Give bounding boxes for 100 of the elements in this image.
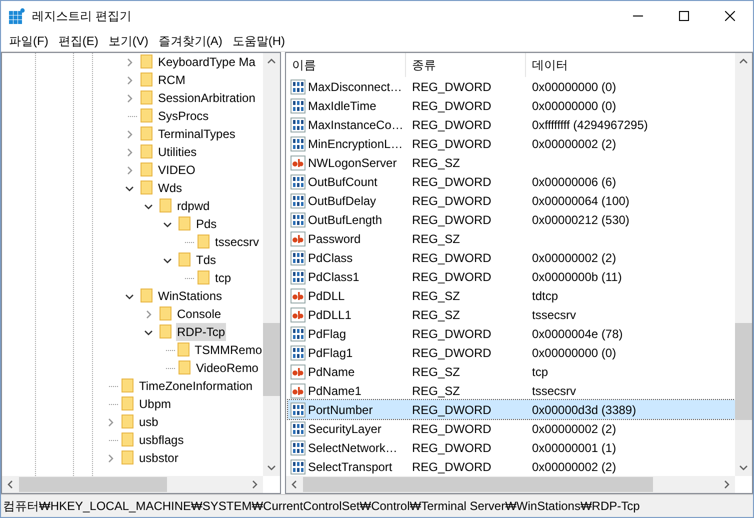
value-data: 0xffffffff (4294967295) [531,116,648,134]
folder-icon [177,360,193,376]
value-row[interactable]: PortNumber REG_DWORD 0x00000d3d (3389) [288,400,735,419]
value-data: 0x00000002 (2) [531,136,616,152]
value-row[interactable]: MaxInstanceCo… REG_DWORD 0xffffffff (4294967295) [288,115,735,134]
horizontal-scrollbar[interactable] [2,476,263,493]
tree-item[interactable]: VIDEO [157,161,196,179]
binary-value-icon [290,440,306,456]
tree-item[interactable]: RCM [157,71,186,89]
value-row[interactable]: PdClass REG_DWORD 0x00000002 (2) [288,248,735,267]
value-type: REG_DWORD [411,174,492,190]
value-data: tcp [531,364,548,380]
tree-item[interactable]: SessionArbitration [157,89,256,107]
value-name: OutBufCount [308,174,378,190]
tree-item[interactable]: Pds [195,215,218,233]
tree-item[interactable]: tcp [214,269,232,287]
value-row[interactable]: PdFlag REG_DWORD 0x0000004e (78) [288,324,735,343]
chevron-down-icon[interactable] [144,202,153,210]
value-name: PdName1 [308,382,362,400]
value-name: SecurityLayer [308,420,382,438]
tree-item[interactable]: RDP-Tcp [176,323,226,341]
menu-item[interactable]: 도움말(H) [227,32,290,50]
string-value-icon [290,306,306,322]
value-type: REG_DWORD [411,326,492,342]
tree-item[interactable]: usbstor [138,449,180,467]
value-data: 0x0000000b (11) [531,268,622,286]
value-row[interactable]: PdDLL REG_SZ tdtcp [288,286,735,305]
menu-item[interactable]: 파일(F) [4,32,54,50]
binary-value-icon [290,250,306,266]
value-row[interactable]: SecurityLayer REG_DWORD 0x00000002 (2) [288,419,735,438]
tree-item[interactable]: TimeZoneInformation [138,377,254,395]
chevron-down-icon[interactable] [163,256,172,264]
scroll-thumb[interactable] [19,477,167,492]
chevron-right-icon[interactable] [106,418,115,426]
column-header[interactable]: 종류 [406,53,526,77]
value-type: REG_DWORD [411,136,492,152]
tree-item[interactable]: Tds [195,251,218,269]
string-value-icon [290,230,306,246]
tree-item[interactable]: tssecsrv [214,233,260,251]
column-header[interactable]: 이름 [286,53,406,77]
tree-item[interactable]: Utilities [157,143,198,161]
vertical-scrollbar[interactable] [735,53,752,476]
value-data: 0x00000006 (6) [531,174,616,190]
menu-item[interactable]: 보기(V) [103,32,154,50]
horizontal-scrollbar[interactable] [286,476,735,493]
value-type: REG_DWORD [411,458,492,476]
tree-item[interactable]: usbflags [138,431,185,449]
value-row[interactable]: SelectNetwork… REG_DWORD 0x00000001 (1) [288,438,735,457]
value-name: SelectNetwork… [308,440,398,456]
tree-item[interactable]: Ubpm [138,395,172,413]
value-row[interactable]: OutBufDelay REG_DWORD 0x00000064 (100) [288,191,735,210]
chevron-down-icon[interactable] [125,184,134,192]
menu-item[interactable]: 편집(E) [53,32,104,50]
chevron-down-icon[interactable] [163,220,172,228]
value-row[interactable]: PdName REG_SZ tcp [288,362,735,381]
scroll-thumb[interactable] [735,323,752,420]
binary-value-icon [290,268,306,284]
chevron-right-icon[interactable] [106,454,115,462]
tree-item[interactable]: SysProcs [157,107,210,125]
value-row[interactable]: NWLogonServer REG_SZ [288,153,735,172]
value-row[interactable]: PdFlag1 REG_DWORD 0x00000000 (0) [288,343,735,362]
column-header[interactable]: 데이터 [526,53,735,77]
binary-value-icon [290,420,306,436]
chevron-right-icon[interactable] [144,310,153,318]
tree-item[interactable]: VideoRemo [195,359,260,377]
tree-item[interactable]: Wds [157,179,183,197]
chevron-down-icon[interactable] [125,292,134,300]
folder-icon [177,252,193,268]
tree-item[interactable]: TSMMRemo [194,341,263,359]
value-row[interactable]: Password REG_SZ [288,229,735,248]
value-data: 0x00000002 (2) [531,458,616,476]
folder-icon [139,180,155,196]
value-row[interactable]: SelectTransport REG_DWORD 0x00000002 (2) [288,457,735,476]
tree-item[interactable]: WinStations [157,287,224,305]
status-path: 컴퓨터₩HKEY_LOCAL_MACHINE₩SYSTEM₩CurrentControlSet₩Control₩Terminal Server₩WinStations₩RDP-Tcp [2,498,640,515]
tree-item[interactable]: KeyboardType Ma [157,53,256,71]
value-name: MaxInstanceCo… [308,116,404,134]
tree-item[interactable]: rdpwd [176,197,211,215]
tree-item[interactable]: TerminalTypes [157,125,236,143]
value-row[interactable]: MaxDisconnect… REG_DWORD 0x00000000 (0) [288,77,735,96]
value-row[interactable]: PdName1 REG_SZ tssecsrv [288,381,735,400]
value-data: 0x00000212 (530) [531,212,630,228]
tree-item[interactable]: usb [138,413,160,431]
vertical-scrollbar[interactable] [263,53,280,476]
chevron-down-icon[interactable] [144,328,153,336]
binary-value-icon [290,116,306,132]
menu-item[interactable]: 즐겨찾기(A) [153,32,228,50]
value-row[interactable]: MinEncryptionL… REG_DWORD 0x00000002 (2) [288,134,735,153]
scroll-thumb[interactable] [263,323,280,396]
tree-item[interactable]: Console [176,305,222,323]
value-type: REG_DWORD [411,192,492,210]
binary-value-icon [290,98,306,114]
value-row[interactable]: OutBufLength REG_DWORD 0x00000212 (530) [288,210,735,229]
value-row[interactable]: OutBufCount REG_DWORD 0x00000006 (6) [288,172,735,191]
value-row[interactable]: PdDLL1 REG_SZ tssecsrv [288,305,735,324]
binary-value-icon [290,136,306,152]
value-type: REG_SZ [411,230,462,248]
value-row[interactable]: MaxIdleTime REG_DWORD 0x00000000 (0) [288,96,735,115]
scroll-thumb[interactable] [303,477,653,492]
value-row[interactable]: PdClass1 REG_DWORD 0x0000000b (11) [288,267,735,286]
